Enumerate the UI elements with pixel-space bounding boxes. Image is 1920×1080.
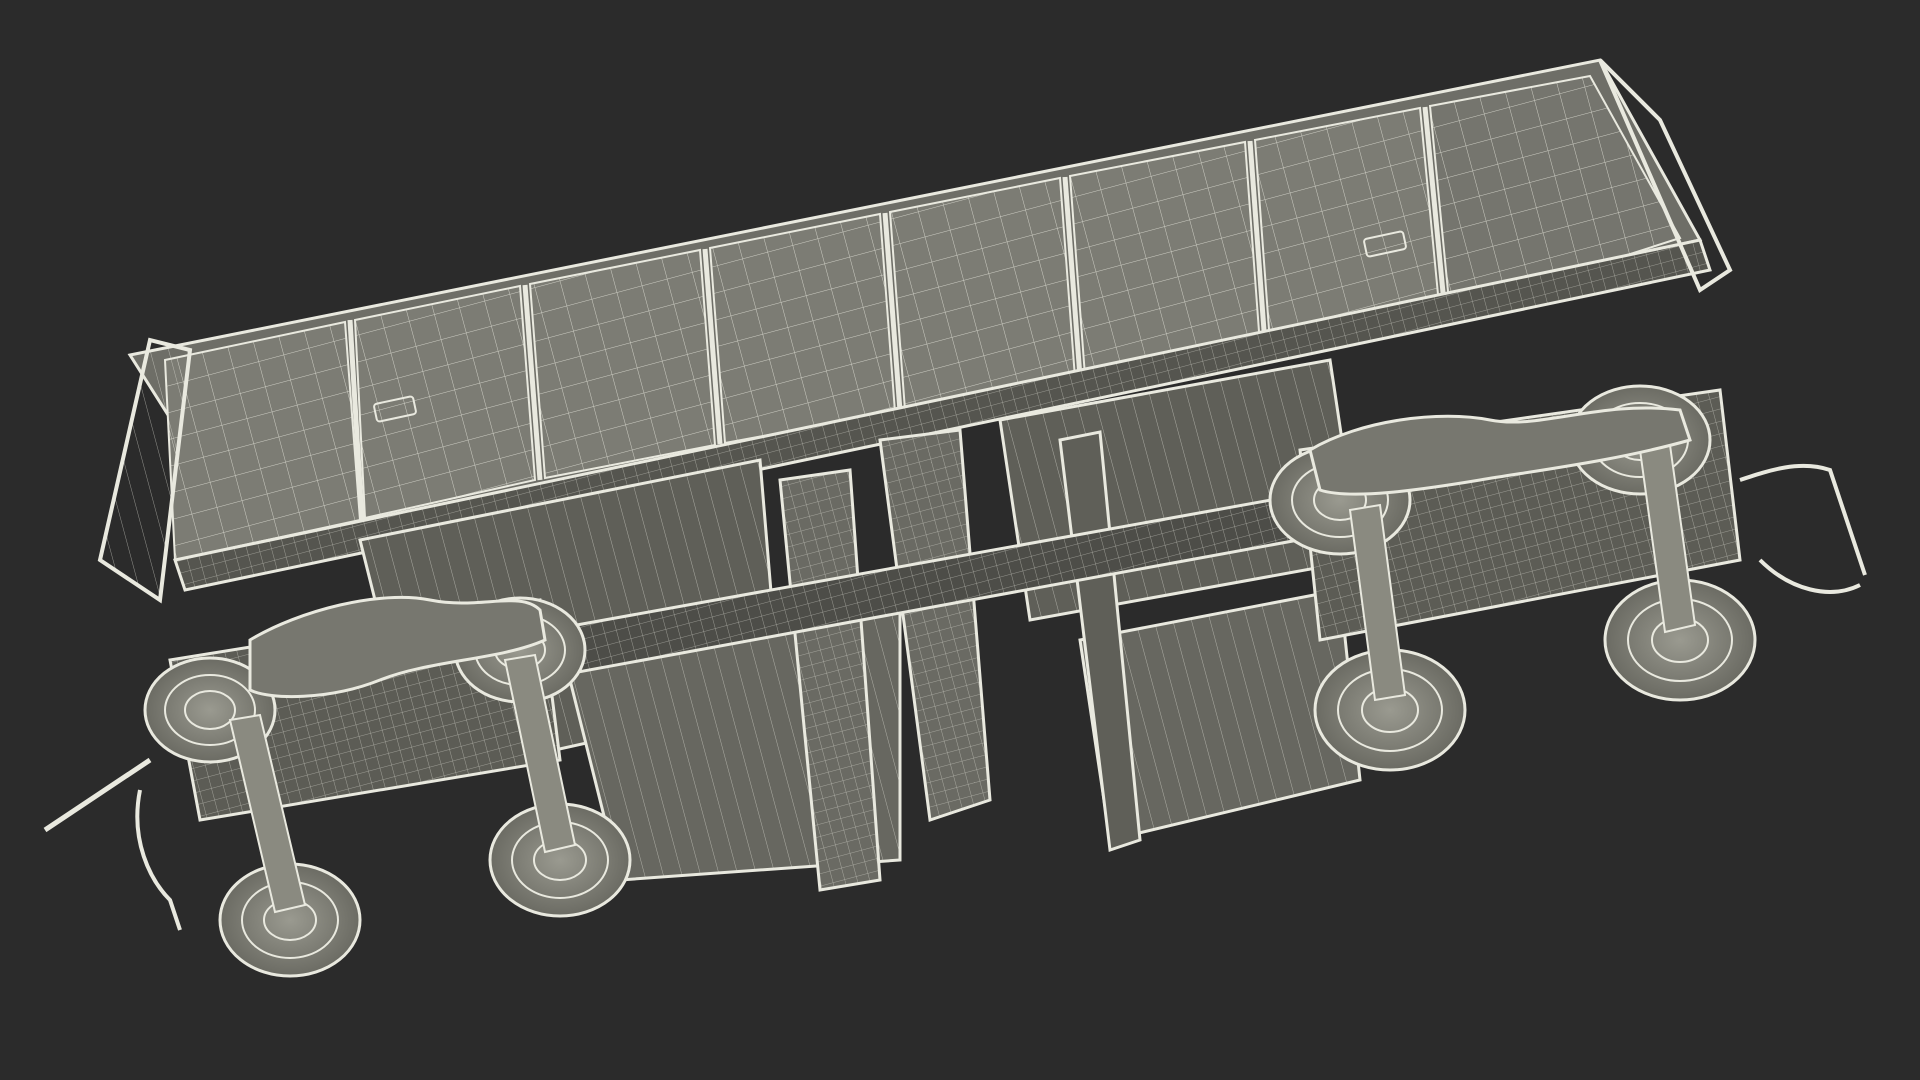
bogie-right bbox=[1268, 384, 1757, 772]
brake-hose-left bbox=[135, 789, 182, 931]
coupler-right bbox=[1739, 463, 1867, 576]
render-viewport bbox=[43, 58, 1867, 978]
coupler-left bbox=[43, 757, 152, 833]
brake-hose-right bbox=[1758, 558, 1861, 594]
bogie-left bbox=[143, 595, 632, 978]
hopper-car bbox=[43, 58, 1867, 978]
center-sill bbox=[778, 428, 1142, 892]
